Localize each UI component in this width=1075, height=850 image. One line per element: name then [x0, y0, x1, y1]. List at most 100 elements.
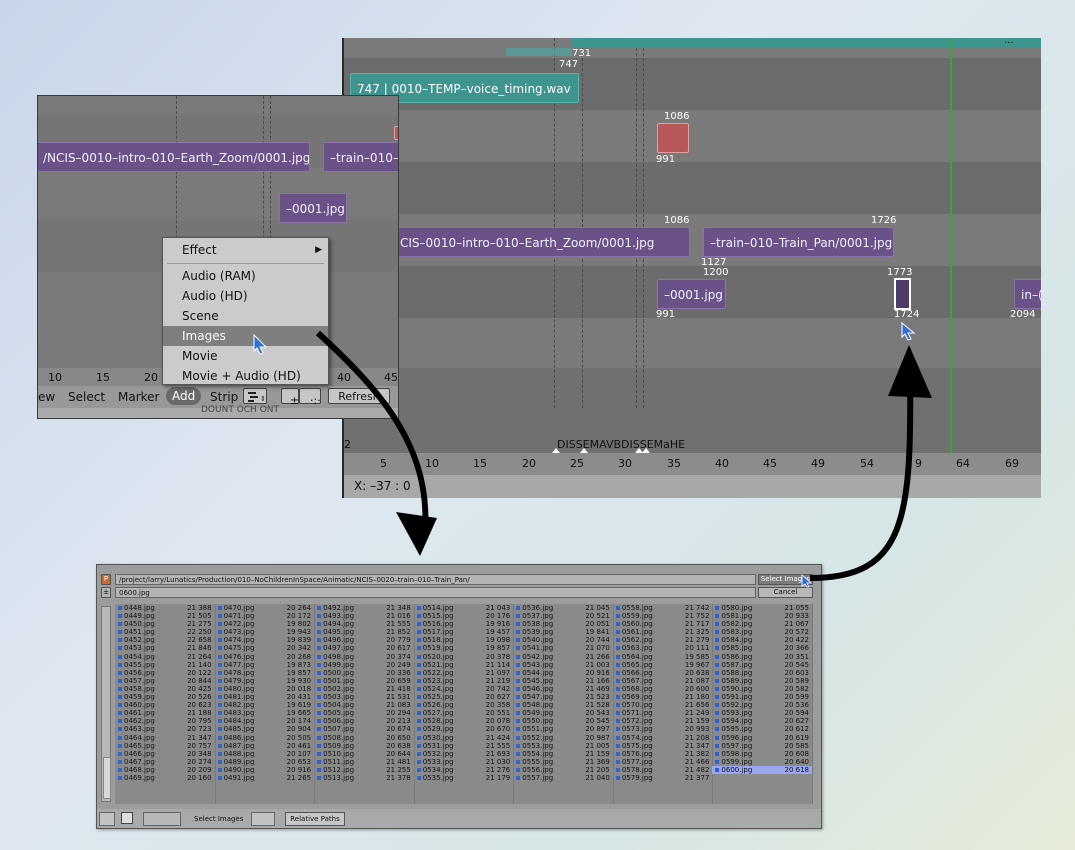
sequencer-right[interactable]: ... 731 747 747 | 0010–TEMP–voice_timing… — [342, 38, 1041, 498]
file-row[interactable]: 0596.jpg 20 619 — [712, 734, 812, 742]
file-row[interactable]: 0472.jpg 19 802 — [215, 620, 315, 628]
file-row[interactable]: 0497.jpg 20 617 — [314, 644, 414, 652]
file-row[interactable]: 0593.jpg 20 594 — [712, 709, 812, 717]
file-row[interactable]: 0592.jpg 20 536 — [712, 701, 812, 709]
file-row[interactable]: 0538.jpg 20 051 — [513, 620, 613, 628]
file-row[interactable]: 0470.jpg 20 264 — [215, 604, 315, 612]
file-row[interactable]: 0481.jpg 20 431 — [215, 693, 315, 701]
file-row[interactable]: 0567.jpg 21 087 — [613, 677, 713, 685]
file-row[interactable]: 0514.jpg 21 043 — [414, 604, 514, 612]
file-row[interactable]: 0505.jpg 20 294 — [314, 709, 414, 717]
file-row[interactable]: 0508.jpg 20 650 — [314, 734, 414, 742]
file-row[interactable]: 0512.jpg 21 255 — [314, 766, 414, 774]
file-row[interactable]: 0506.jpg 20 213 — [314, 717, 414, 725]
playhead[interactable] — [950, 38, 952, 453]
file-row[interactable]: 0482.jpg 19 619 — [215, 701, 315, 709]
file-row[interactable]: 0555.jpg 21 369 — [513, 758, 613, 766]
file-row[interactable]: 0448.jpg 21 388 — [115, 604, 215, 612]
file-row[interactable]: 0580.jpg 21 055 — [712, 604, 812, 612]
file-row[interactable]: 0544.jpg 20 916 — [513, 669, 613, 677]
add-menu[interactable]: Add — [166, 387, 202, 405]
file-row[interactable]: 0499.jpg 20 249 — [314, 661, 414, 669]
file-row[interactable]: 0579.jpg 21 377 — [613, 774, 713, 782]
file-row[interactable]: 0496.jpg 20 779 — [314, 636, 414, 644]
file-row[interactable]: 0578.jpg 21 482 — [613, 766, 713, 774]
file-row[interactable]: 0591.jpg 20 599 — [712, 693, 812, 701]
file-row[interactable]: 0551.jpg 20 897 — [513, 725, 613, 733]
file-row[interactable]: 0549.jpg 20 543 — [513, 709, 613, 717]
file-row[interactable]: 0543.jpg 21 003 — [513, 661, 613, 669]
file-row[interactable]: 0471.jpg 20 172 — [215, 612, 315, 620]
file-row[interactable]: 0476.jpg 20 268 — [215, 653, 315, 661]
relative-paths-toggle[interactable]: Relative Paths — [285, 812, 345, 826]
file-row[interactable]: 0577.jpg 21 466 — [613, 758, 713, 766]
file-row[interactable]: 0585.jpg 20 366 — [712, 644, 812, 652]
file-row[interactable]: 0458.jpg 20 425 — [115, 685, 215, 693]
file-row[interactable]: 0570.jpg 21 656 — [613, 701, 713, 709]
refresh-button[interactable]: Refresh — [328, 388, 390, 404]
file-row[interactable]: 0521.jpg 21 114 — [414, 661, 514, 669]
file-row[interactable]: 0571.jpg 21 249 — [613, 709, 713, 717]
file-row[interactable]: 0530.jpg 21 424 — [414, 734, 514, 742]
file-row[interactable]: 0524.jpg 20 742 — [414, 685, 514, 693]
file-row[interactable]: 0587.jpg 20 545 — [712, 661, 812, 669]
image-type-icon[interactable] — [99, 812, 115, 826]
selected-strip[interactable] — [894, 278, 911, 310]
file-row[interactable]: 0572.jpg 21 159 — [613, 717, 713, 725]
file-row[interactable]: 0557.jpg 21 040 — [513, 774, 613, 782]
file-row[interactable]: 0599.jpg 20 640 — [712, 758, 812, 766]
file-row[interactable]: 0575.jpg 21 347 — [613, 742, 713, 750]
menu-item-audio-hd[interactable]: Audio (HD) — [163, 286, 328, 306]
file-row[interactable]: 0535.jpg 21 179 — [414, 774, 514, 782]
file-row[interactable]: 0515.jpg 20 176 — [414, 612, 514, 620]
file-row[interactable]: 0533.jpg 21 030 — [414, 758, 514, 766]
file-row[interactable]: 0456.jpg 20 122 — [115, 669, 215, 677]
file-row[interactable]: 0583.jpg 20 572 — [712, 628, 812, 636]
file-row[interactable]: 0516.jpg 19 916 — [414, 620, 514, 628]
file-row[interactable]: 0525.jpg 20 627 — [414, 693, 514, 701]
file-row[interactable]: 0450.jpg 21 275 — [115, 620, 215, 628]
strip-menu[interactable]: Strip — [210, 390, 238, 404]
file-row[interactable]: 0503.jpg 21 531 — [314, 693, 414, 701]
menu-item-movie[interactable]: Movie — [163, 346, 328, 366]
sound-strip-top[interactable] — [572, 38, 1041, 48]
file-row[interactable]: 0488.jpg 20 107 — [215, 750, 315, 758]
file-row[interactable]: 0559.jpg 21 752 — [613, 612, 713, 620]
file-list-scrollbar[interactable] — [101, 606, 111, 802]
file-row[interactable]: 0531.jpg 21 555 — [414, 742, 514, 750]
file-row[interactable]: 0455.jpg 21 140 — [115, 661, 215, 669]
image-strip-in[interactable]: in–( — [1014, 279, 1041, 309]
marker-menu[interactable]: Marker — [118, 390, 159, 404]
file-row[interactable]: 0546.jpg 21 469 — [513, 685, 613, 693]
file-row[interactable]: 0461.jpg 21 188 — [115, 709, 215, 717]
file-row[interactable]: 0589.jpg 20 589 — [712, 677, 812, 685]
file-row[interactable]: 0584.jpg 20 422 — [712, 636, 812, 644]
file-row[interactable]: 0473.jpg 19 943 — [215, 628, 315, 636]
file-row[interactable]: 0511.jpg 21 481 — [314, 758, 414, 766]
file-row[interactable]: 0556.jpg 21 205 — [513, 766, 613, 774]
view-menu[interactable]: ew — [38, 390, 55, 404]
menu-item-images[interactable]: Images — [163, 326, 328, 346]
file-row[interactable]: 0509.jpg 20 638 — [314, 742, 414, 750]
image-strip-earth-zoom[interactable]: /NCIS–0010–intro–010–Earth_Zoom/0001.jpg — [38, 142, 310, 172]
file-row[interactable]: 0453.jpg 21 846 — [115, 644, 215, 652]
menu-item-movie-audio-hd[interactable]: Movie + Audio (HD) — [163, 366, 328, 386]
directory-path-field[interactable]: /project/larry/Lunatics/Production/010–N… — [115, 574, 756, 585]
display-mode-dropdown[interactable]: ⇕ — [243, 388, 267, 404]
sort-toggle[interactable]: ± — [101, 587, 111, 598]
file-row[interactable]: 0493.jpg 21 016 — [314, 612, 414, 620]
filename-field[interactable]: 0600.jpg — [115, 587, 756, 598]
file-row[interactable]: 0504.jpg 21 083 — [314, 701, 414, 709]
file-row[interactable]: 0494.jpg 21 555 — [314, 620, 414, 628]
file-row[interactable]: 0561.jpg 21 325 — [613, 628, 713, 636]
file-row[interactable]: 0469.jpg 20 160 — [115, 774, 215, 782]
menu-item-effect[interactable]: Effect ▶ — [163, 240, 328, 260]
file-row[interactable]: 0517.jpg 19 457 — [414, 628, 514, 636]
zoom-in-button[interactable]: ± — [281, 388, 299, 407]
file-row[interactable]: 0483.jpg 19 665 — [215, 709, 315, 717]
file-row[interactable]: 0490.jpg 20 916 — [215, 766, 315, 774]
file-row[interactable]: 0542.jpg 21 266 — [513, 653, 613, 661]
file-row[interactable]: 0466.jpg 20 348 — [115, 750, 215, 758]
file-row[interactable]: 0452.jpg 22 658 — [115, 636, 215, 644]
file-row[interactable]: 0475.jpg 20 342 — [215, 644, 315, 652]
